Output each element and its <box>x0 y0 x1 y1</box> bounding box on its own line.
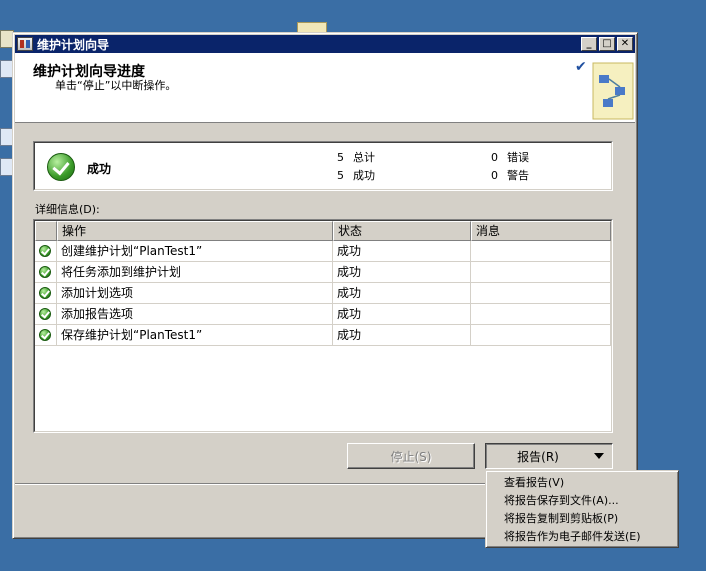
success-check-icon <box>39 329 51 341</box>
total-summary: 5 总计 <box>337 151 375 164</box>
dropdown-arrow-icon <box>594 453 604 459</box>
window-title: 维护计划向导 <box>37 37 110 52</box>
error-summary: 0 错误 <box>491 151 529 164</box>
stop-button[interactable]: 停止(S) <box>347 443 475 469</box>
row-action: 添加计划选项 <box>57 283 333 303</box>
column-header-icon[interactable] <box>35 221 57 241</box>
row-status: 成功 <box>333 304 471 324</box>
table-row[interactable]: 添加报告选项 成功 <box>35 304 611 325</box>
report-button-label: 报告(R) <box>517 449 559 464</box>
menu-item-view-report[interactable]: 查看报告(V) <box>486 474 678 492</box>
details-label: 详细信息(D): <box>35 203 100 216</box>
title-bar[interactable]: 维护计划向导 _ □ ✕ <box>15 35 635 53</box>
table-row[interactable]: 保存维护计划“PlanTest1” 成功 <box>35 325 611 346</box>
column-header-status[interactable]: 状态 <box>333 221 471 241</box>
success-check-icon <box>39 245 51 257</box>
menu-item-save-to-file[interactable]: 将报告保存到文件(A)... <box>486 492 678 510</box>
summary-panel: 成功 5 总计 5 成功 0 错误 0 警告 <box>33 141 613 191</box>
checkmark-icon: ✔ <box>575 59 587 75</box>
warning-summary: 0 警告 <box>491 169 529 182</box>
row-status: 成功 <box>333 283 471 303</box>
success-summary: 5 成功 <box>337 169 375 182</box>
page-subtitle: 单击“停止”以中断操作。 <box>55 79 177 92</box>
row-message <box>471 241 611 261</box>
row-status: 成功 <box>333 325 471 345</box>
row-action: 将任务添加到维护计划 <box>57 262 333 282</box>
row-action: 添加报告选项 <box>57 304 333 324</box>
row-status: 成功 <box>333 241 471 261</box>
row-action: 保存维护计划“PlanTest1” <box>57 325 333 345</box>
success-check-icon <box>39 287 51 299</box>
row-message <box>471 262 611 282</box>
close-button[interactable]: ✕ <box>617 37 633 51</box>
column-header-message[interactable]: 消息 <box>471 221 611 241</box>
row-message <box>471 283 611 303</box>
success-check-icon <box>39 308 51 320</box>
table-row[interactable]: 添加计划选项 成功 <box>35 283 611 304</box>
app-icon <box>17 37 33 51</box>
menu-item-send-email[interactable]: 将报告作为电子邮件发送(E) <box>486 528 678 546</box>
column-header-action[interactable]: 操作 <box>57 221 333 241</box>
details-grid[interactable]: 操作 状态 消息 创建维护计划“PlanTest1” 成功 将任务添加到维护计划… <box>33 219 613 433</box>
row-message <box>471 304 611 324</box>
table-row[interactable]: 创建维护计划“PlanTest1” 成功 <box>35 241 611 262</box>
row-action: 创建维护计划“PlanTest1” <box>57 241 333 261</box>
summary-status: 成功 <box>87 162 112 176</box>
wizard-graphic-icon <box>592 62 634 120</box>
table-row[interactable]: 将任务添加到维护计划 成功 <box>35 262 611 283</box>
report-button[interactable]: 报告(R) <box>485 443 613 469</box>
success-check-icon <box>47 153 75 181</box>
grid-header: 操作 状态 消息 <box>35 221 611 241</box>
row-message <box>471 325 611 345</box>
wizard-header: 维护计划向导进度 单击“停止”以中断操作。 ✔ <box>15 53 635 123</box>
success-check-icon <box>39 266 51 278</box>
wizard-window: 维护计划向导 _ □ ✕ 维护计划向导进度 单击“停止”以中断操作。 ✔ 成功 … <box>12 32 638 539</box>
maximize-button[interactable]: □ <box>599 37 615 51</box>
menu-item-copy-to-clipboard[interactable]: 将报告复制到剪贴板(P) <box>486 510 678 528</box>
row-status: 成功 <box>333 262 471 282</box>
minimize-button[interactable]: _ <box>581 37 597 51</box>
report-menu: 查看报告(V) 将报告保存到文件(A)... 将报告复制到剪贴板(P) 将报告作… <box>485 470 679 548</box>
